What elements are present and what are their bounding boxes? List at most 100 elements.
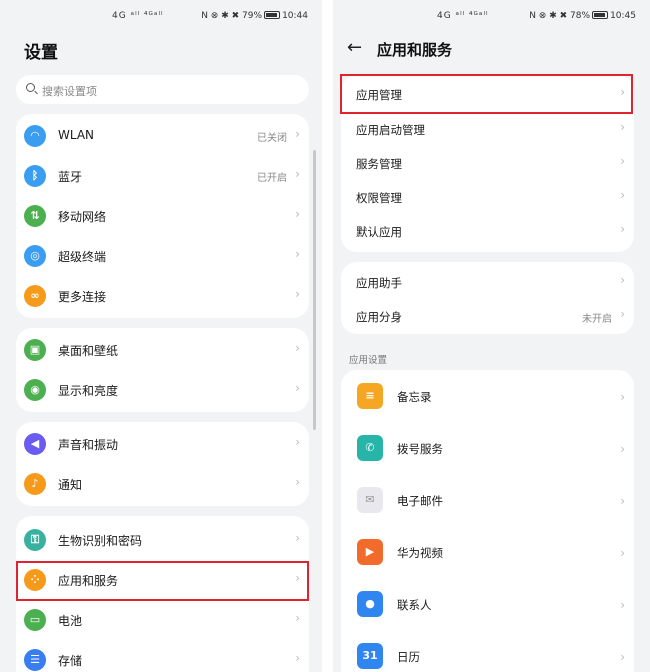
mail-icon: ✉ xyxy=(357,487,383,513)
item-label: 声音和振动 xyxy=(58,438,119,452)
item-service-management[interactable]: 服务管理 › xyxy=(341,145,634,179)
item-label: 生物识别和密码 xyxy=(58,534,143,548)
settings-item-biometrics[interactable]: ⚿ 生物识别和密码 › xyxy=(16,520,309,560)
battery-icon xyxy=(592,11,609,19)
chevron-right-icon: › xyxy=(620,307,625,321)
battery-icon xyxy=(264,11,281,19)
app-label: 拨号服务 xyxy=(397,442,443,456)
storage-icon: ☰ xyxy=(24,649,46,671)
settings-item-mobile-network[interactable]: ⇅ 移动网络 › xyxy=(16,196,309,236)
status-icons: N ⊗ ✱ ✖ xyxy=(201,11,240,21)
chevron-right-icon: › xyxy=(295,381,300,395)
battery-icon: ▭ xyxy=(24,609,46,631)
settings-item-more-connections[interactable]: ∞ 更多连接 › xyxy=(16,276,309,316)
app-label: 电子邮件 xyxy=(397,494,443,508)
app-item-calendar[interactable]: 31 日历 › xyxy=(341,632,634,672)
display-icon: ◉ xyxy=(24,379,46,401)
wallpaper-icon: ▣ xyxy=(24,339,46,361)
signal-icon: 4G ᵃˡˡ ⁴ᴳᵃˡˡ xyxy=(112,11,164,21)
chevron-right-icon: › xyxy=(295,475,300,489)
chevron-right-icon: › xyxy=(620,442,625,456)
chevron-right-icon: › xyxy=(295,167,300,181)
app-item-video[interactable]: ▶ 华为视频 › xyxy=(341,528,634,580)
app-label: 日历 xyxy=(397,650,420,664)
item-label: 存储 xyxy=(58,654,83,668)
item-label: 应用分身 xyxy=(356,310,402,324)
settings-item-wlan[interactable]: ◠ WLAN 已关闭 › xyxy=(16,116,309,156)
section-label: 应用设置 xyxy=(349,355,388,366)
item-value: 未开启 xyxy=(582,314,612,325)
search-placeholder: 搜索设置项 xyxy=(42,85,97,98)
item-value: 已开启 xyxy=(257,173,287,184)
app-item-email[interactable]: ✉ 电子邮件 › xyxy=(341,476,634,528)
settings-item-sound[interactable]: ◀ 声音和振动 › xyxy=(16,424,309,464)
settings-item-notifications[interactable]: ♪ 通知 › xyxy=(16,464,309,504)
item-label: 权限管理 xyxy=(356,191,402,205)
super-device-icon: ◎ xyxy=(24,245,46,267)
settings-item-display[interactable]: ◉ 显示和亮度 › xyxy=(16,370,309,410)
chevron-right-icon: › xyxy=(620,390,625,404)
app-label: 联系人 xyxy=(397,598,432,612)
chevron-right-icon: › xyxy=(295,341,300,355)
chevron-right-icon: › xyxy=(295,207,300,221)
chevron-right-icon: › xyxy=(620,188,625,202)
link-icon: ∞ xyxy=(24,285,46,307)
item-permissions[interactable]: 权限管理 › xyxy=(341,179,634,213)
notepad-icon: ≡ xyxy=(357,383,383,409)
scrollbar[interactable] xyxy=(313,150,316,430)
app-item-dialer[interactable]: ✆ 拨号服务 › xyxy=(341,424,634,476)
chevron-right-icon: › xyxy=(295,651,300,665)
chevron-right-icon: › xyxy=(620,650,625,664)
sound-icon: ◀ xyxy=(24,433,46,455)
contacts-icon: ● xyxy=(357,591,383,617)
chevron-right-icon: › xyxy=(295,127,300,141)
key-icon: ⚿ xyxy=(24,529,46,551)
chevron-right-icon: › xyxy=(295,611,300,625)
item-label: 超级终端 xyxy=(58,250,107,264)
chevron-right-icon: › xyxy=(620,222,625,236)
chevron-right-icon: › xyxy=(620,120,625,134)
app-item-notepad[interactable]: ≡ 备忘录 › xyxy=(341,372,634,424)
page-title: 设置 xyxy=(24,43,58,63)
search-input[interactable]: 搜索设置项 xyxy=(16,75,309,104)
settings-item-battery[interactable]: ▭ 电池 › xyxy=(16,600,309,640)
item-label: 通知 xyxy=(58,478,83,492)
page-title: 应用和服务 xyxy=(377,41,453,59)
clock: 10:44 xyxy=(282,11,308,21)
chevron-right-icon: › xyxy=(620,154,625,168)
sound-card: ◀ 声音和振动 › ♪ 通知 › xyxy=(16,422,309,506)
settings-item-super-device[interactable]: ◎ 超级终端 › xyxy=(16,236,309,276)
back-arrow-icon[interactable]: ← xyxy=(347,37,362,58)
status-bar: 4G ᵃˡˡ ⁴ᴳᵃˡˡ N ⊗ ✱ ✖ 78% 10:45 xyxy=(333,8,650,26)
item-app-assistant[interactable]: 应用助手 › xyxy=(341,264,634,298)
item-label: 服务管理 xyxy=(356,157,402,171)
item-default-apps[interactable]: 默认应用 › xyxy=(341,213,634,247)
status-right: N ⊗ ✱ ✖ 79% 10:44 xyxy=(201,11,308,21)
phone-icon: ✆ xyxy=(357,435,383,461)
item-label: 默认应用 xyxy=(356,225,402,239)
item-label: 显示和亮度 xyxy=(58,384,119,398)
chevron-right-icon: › xyxy=(620,273,625,287)
clock: 10:45 xyxy=(610,11,636,21)
chevron-right-icon: › xyxy=(620,546,625,560)
item-label: 蓝牙 xyxy=(58,170,83,184)
app-item-contacts[interactable]: ● 联系人 › xyxy=(341,580,634,632)
item-label: 更多连接 xyxy=(58,290,107,304)
settings-item-bluetooth[interactable]: ᛒ 蓝牙 已开启 › xyxy=(16,156,309,196)
settings-item-wallpaper[interactable]: ▣ 桌面和壁纸 › xyxy=(16,330,309,370)
chevron-right-icon: › xyxy=(295,435,300,449)
settings-item-storage[interactable]: ☰ 存储 › xyxy=(16,640,309,672)
item-app-launch[interactable]: 应用启动管理 › xyxy=(341,111,634,145)
video-icon: ▶ xyxy=(357,539,383,565)
item-label: 移动网络 xyxy=(58,210,107,224)
search-icon xyxy=(26,83,35,92)
highlight-box xyxy=(340,74,633,114)
status-right: N ⊗ ✱ ✖ 78% 10:45 xyxy=(529,11,636,21)
item-value: 已关闭 xyxy=(257,133,287,144)
chevron-right-icon: › xyxy=(295,531,300,545)
battery-percent: 79% xyxy=(242,11,263,21)
item-app-twin[interactable]: 应用分身 未开启 › xyxy=(341,298,634,332)
bluetooth-icon: ᛒ xyxy=(24,165,46,187)
chevron-right-icon: › xyxy=(620,598,625,612)
item-label: WLAN xyxy=(58,128,95,142)
